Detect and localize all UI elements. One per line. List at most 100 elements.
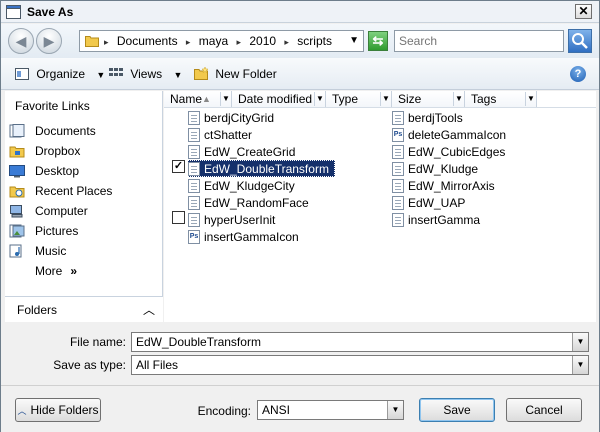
file-name: EdW_MirrorAxis <box>408 178 495 193</box>
save-type-select[interactable]: All Files ▼ <box>131 355 589 375</box>
script-file-icon <box>392 144 404 159</box>
file-name: EdW_CubicEdges <box>408 144 506 159</box>
file-checkbox-checked[interactable]: ✓ <box>172 160 185 173</box>
views-label: Views <box>130 67 163 81</box>
forward-button[interactable]: ▶ <box>36 28 62 54</box>
file-name: insertGamma <box>408 212 481 227</box>
chevron-up-icon: ︿ <box>142 303 155 317</box>
navigation-bar: ◀ ▶ ▸ Documents ▸ maya ▸ 2010 ▸ scripts … <box>1 24 599 58</box>
script-file-icon <box>392 195 404 210</box>
help-button[interactable]: ? <box>570 66 586 82</box>
file-name: EdW_DoubleTransform <box>204 161 329 176</box>
favorite-links-header: Favorite Links <box>15 99 90 113</box>
cancel-button[interactable]: Cancel <box>506 398 582 422</box>
address-bar[interactable]: ▸ Documents ▸ maya ▸ 2010 ▸ scripts ▼ <box>79 30 364 52</box>
sidebar-item-label: Pictures <box>35 224 79 238</box>
file-checkbox-unchecked[interactable] <box>172 211 185 224</box>
documents-icon <box>9 124 25 138</box>
encoding-select[interactable]: ANSI ▼ <box>257 400 404 420</box>
encoding-dropdown-icon[interactable]: ▼ <box>387 401 403 419</box>
save-button[interactable]: Save <box>419 398 495 422</box>
file-name: berdjTools <box>408 110 463 125</box>
file-item[interactable]: EdW_CubicEdges <box>392 143 512 160</box>
views-button[interactable]: Views ▼ <box>109 67 182 81</box>
column-dropdown-icon[interactable]: ▼ <box>453 92 464 106</box>
hide-folders-label: Hide Folders <box>30 403 99 417</box>
encoding-value: ANSI <box>262 403 291 417</box>
column-dropdown-icon[interactable]: ▼ <box>380 92 391 106</box>
column-header-name[interactable]: Name ▲ ▼ <box>164 91 232 107</box>
column-header-label: Size <box>398 92 422 106</box>
save-type-label: Save as type: <box>53 358 126 372</box>
new-folder-label: New Folder <box>215 67 277 81</box>
refresh-button[interactable]: ⇆ <box>368 31 388 51</box>
file-item[interactable]: EdW_KludgeCity <box>188 177 335 194</box>
breadcrumb-scripts[interactable]: scripts <box>297 34 332 48</box>
file-name-dropdown-icon[interactable]: ▼ <box>572 333 588 351</box>
column-dropdown-icon[interactable]: ▼ <box>525 92 536 106</box>
file-item[interactable]: ctShatter <box>188 126 335 143</box>
file-item[interactable]: EdW_UAP <box>392 194 512 211</box>
file-name-field[interactable]: EdW_DoubleTransform ▼ <box>131 332 589 352</box>
search-button[interactable] <box>568 29 592 53</box>
sidebar-item-music[interactable]: Music <box>9 241 112 261</box>
script-file-icon <box>392 178 404 193</box>
sidebar-item-recent-places[interactable]: Recent Places <box>9 181 112 201</box>
file-item-selected[interactable]: EdW_DoubleTransform <box>188 160 335 177</box>
file-item[interactable]: berdjCityGrid <box>188 109 335 126</box>
sidebar-item-label: Recent Places <box>35 184 113 198</box>
sidebar-item-computer[interactable]: Computer <box>9 201 112 221</box>
file-item[interactable]: Ps deleteGammaIcon <box>392 126 512 143</box>
sidebar-item-documents[interactable]: Documents <box>9 121 112 141</box>
breadcrumb-documents[interactable]: Documents <box>117 34 178 48</box>
file-name: EdW_RandomFace <box>204 195 309 210</box>
pictures-icon <box>9 224 25 238</box>
file-item[interactable]: berdjTools <box>392 109 512 126</box>
hide-folders-button[interactable]: ︿ Hide Folders <box>15 398 101 422</box>
form-divider <box>1 385 599 386</box>
script-file-icon <box>188 212 200 227</box>
file-item[interactable]: EdW_Kludge <box>392 160 512 177</box>
file-item[interactable]: hyperUserInit <box>188 211 335 228</box>
column-header-date-modified[interactable]: Date modified ▼ <box>232 91 326 107</box>
close-button[interactable]: ✕ <box>575 4 592 19</box>
address-dropdown-icon[interactable]: ▼ <box>349 35 359 46</box>
back-button[interactable]: ◀ <box>8 28 34 54</box>
sidebar-item-more[interactable]: More » <box>9 261 112 281</box>
file-item[interactable]: Ps insertGammaIcon <box>188 228 335 245</box>
file-item[interactable]: EdW_MirrorAxis <box>392 177 512 194</box>
column-dropdown-icon[interactable]: ▼ <box>220 92 231 106</box>
organize-dropdown-icon: ▼ <box>96 70 106 80</box>
breadcrumb-separator-icon[interactable]: ▸ <box>236 37 241 47</box>
breadcrumb-separator-icon[interactable]: ▸ <box>284 37 289 47</box>
search-input[interactable] <box>394 30 564 52</box>
encoding-label: Encoding: <box>197 404 251 418</box>
breadcrumb-separator-icon[interactable]: ▸ <box>186 37 191 47</box>
folders-toggle[interactable]: Folders ︿ <box>5 296 163 322</box>
breadcrumb-maya[interactable]: maya <box>199 34 228 48</box>
file-name: EdW_CreateGrid <box>204 144 296 159</box>
header-divider <box>164 107 596 108</box>
file-item[interactable]: EdW_RandomFace <box>188 194 335 211</box>
save-type-dropdown-icon[interactable]: ▼ <box>572 356 588 374</box>
sidebar-item-label: Computer <box>35 204 88 218</box>
sidebar-item-pictures[interactable]: Pictures <box>9 221 112 241</box>
new-folder-button[interactable]: New Folder <box>194 66 277 81</box>
organize-button[interactable]: Organize ▼ <box>15 67 105 81</box>
column-header-tags[interactable]: Tags ▼ <box>465 91 537 107</box>
script-file-icon <box>188 195 200 210</box>
breadcrumb-separator-icon: ▸ <box>104 37 109 47</box>
column-header-size[interactable]: Size ▼ <box>392 91 465 107</box>
file-list: Name ▲ ▼ Date modified ▼ Type ▼ Size ▼ T… <box>164 91 596 322</box>
file-item[interactable]: insertGamma <box>392 211 512 228</box>
column-header-type[interactable]: Type ▼ <box>326 91 392 107</box>
sidebar-item-dropbox[interactable]: Dropbox <box>9 141 112 161</box>
photoshop-file-icon: Ps <box>392 127 404 142</box>
sidebar-item-desktop[interactable]: Desktop <box>9 161 112 181</box>
file-name: EdW_Kludge <box>408 161 479 176</box>
column-dropdown-icon[interactable]: ▼ <box>314 92 325 106</box>
sidebar-item-label: Music <box>35 244 67 258</box>
views-dropdown-icon: ▼ <box>173 70 183 80</box>
file-item[interactable]: EdW_CreateGrid <box>188 143 335 160</box>
breadcrumb-2010[interactable]: 2010 <box>249 34 276 48</box>
